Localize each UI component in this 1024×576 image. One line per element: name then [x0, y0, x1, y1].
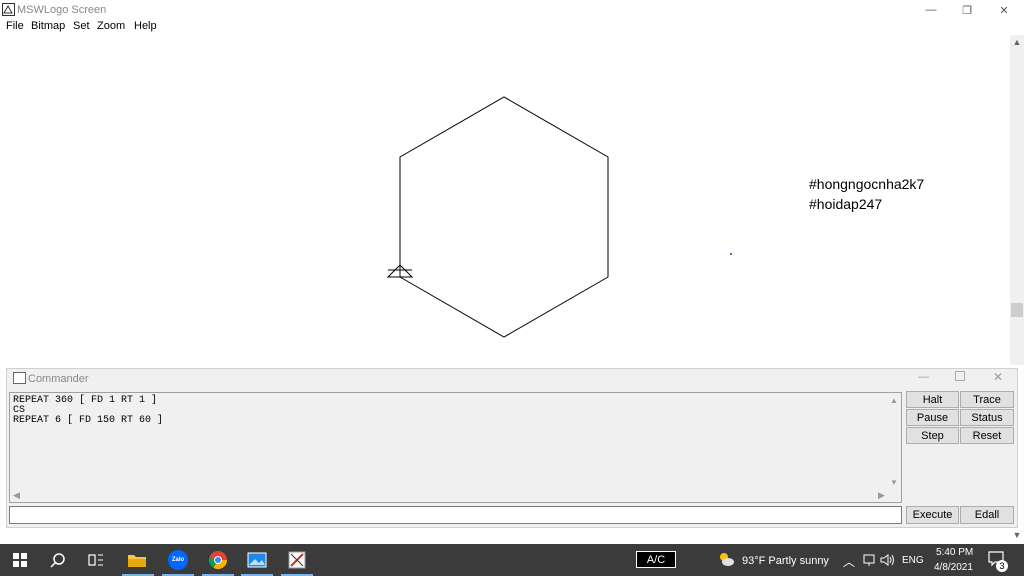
commander-title: Commander [28, 373, 89, 385]
task-view-button[interactable] [76, 544, 116, 576]
photos-app-button[interactable] [237, 544, 277, 576]
commander-app-icon [13, 372, 26, 384]
clock-date[interactable]: 4/8/2021 [934, 562, 973, 573]
close-button[interactable]: ✕ [985, 0, 1023, 20]
edall-button[interactable]: Edall [960, 506, 1014, 524]
clock-time[interactable]: 5:40 PM [936, 547, 973, 558]
notification-count-badge: 3 [996, 560, 1008, 572]
scroll-up-arrow-icon[interactable]: ▲ [1011, 37, 1023, 49]
weather-text[interactable]: 93°F Partly sunny [742, 555, 829, 567]
menu-bar: File Bitmap Set Zoom Help [0, 19, 1024, 35]
status-button[interactable]: Status [960, 409, 1014, 426]
commander-maximize-icon[interactable] [955, 371, 965, 381]
reset-button[interactable]: Reset [960, 427, 1014, 444]
restore-icon: ❐ [962, 4, 972, 17]
maximize-button[interactable]: ❐ [948, 0, 986, 20]
search-icon [50, 553, 65, 568]
menu-set[interactable]: Set [73, 20, 90, 32]
pause-button[interactable]: Pause [906, 409, 959, 426]
canvas-scroll-thumb[interactable] [1011, 303, 1023, 317]
commander-minimize-icon[interactable]: — [918, 371, 929, 383]
halt-button[interactable]: Halt [906, 391, 959, 408]
close-icon: ✕ [999, 4, 1009, 17]
history-line[interactable]: REPEAT 6 [ FD 150 RT 60 ] [13, 415, 163, 426]
trace-button[interactable]: Trace [960, 391, 1014, 408]
menu-help[interactable]: Help [134, 20, 157, 32]
start-button[interactable] [0, 544, 40, 576]
history-scroll-down-icon[interactable]: ▼ [890, 478, 898, 487]
hashtag-text-2: #hoidap247 [809, 196, 883, 212]
history-scroll-right-icon[interactable]: ▶ [878, 490, 885, 501]
mswlogo-app-icon [2, 3, 15, 16]
search-button[interactable] [38, 544, 78, 576]
dot-mark [730, 253, 732, 255]
mswlogo-icon [288, 551, 306, 569]
windows-logo-icon [13, 553, 27, 567]
ac-indicator[interactable]: A/C [636, 551, 676, 568]
command-history-list[interactable]: REPEAT 360 [ FD 1 RT 1 ] CS REPEAT 6 [ F… [9, 392, 902, 503]
menu-file[interactable]: File [6, 20, 24, 32]
hashtag-text-1: #hongngocnha2k7 [809, 176, 925, 192]
speaker-volume-icon[interactable] [880, 553, 896, 570]
history-scroll-left-icon[interactable]: ◀ [13, 490, 20, 501]
weather-icon[interactable] [717, 551, 735, 570]
window-title: MSWLogo Screen [17, 4, 107, 16]
file-explorer-button[interactable] [117, 544, 157, 576]
history-line[interactable]: REPEAT 360 [ FD 1 RT 1 ] [13, 395, 157, 406]
zalo-app-button[interactable]: Zalo [158, 544, 198, 576]
step-button[interactable]: Step [906, 427, 959, 444]
minimize-icon: — [925, 4, 937, 16]
menu-bitmap[interactable]: Bitmap [31, 20, 65, 32]
title-bar [0, 0, 1024, 20]
command-input[interactable] [9, 506, 902, 524]
input-language-indicator[interactable]: ENG [902, 555, 924, 566]
photo-viewer-icon [247, 552, 267, 568]
chrome-button[interactable] [198, 544, 238, 576]
zalo-icon: Zalo [168, 550, 188, 570]
chrome-icon [208, 551, 227, 570]
minimize-button[interactable]: — [912, 0, 950, 20]
menu-zoom[interactable]: Zoom [97, 20, 125, 32]
show-hidden-icons-chevron-icon[interactable]: ︿ [843, 553, 855, 570]
hexagon-drawing [399, 96, 609, 338]
network-icon[interactable] [862, 553, 876, 570]
history-scroll-up-icon[interactable]: ▲ [890, 396, 898, 405]
execute-button[interactable]: Execute [906, 506, 959, 524]
mswlogo-taskbar-button[interactable] [277, 544, 317, 576]
folder-icon [128, 555, 146, 567]
zalo-icon-label: Zalo [171, 557, 185, 563]
task-view-icon [88, 554, 103, 566]
commander-close-icon[interactable]: ✕ [993, 370, 1003, 384]
scroll-down-arrow-icon[interactable]: ▼ [1011, 530, 1023, 542]
